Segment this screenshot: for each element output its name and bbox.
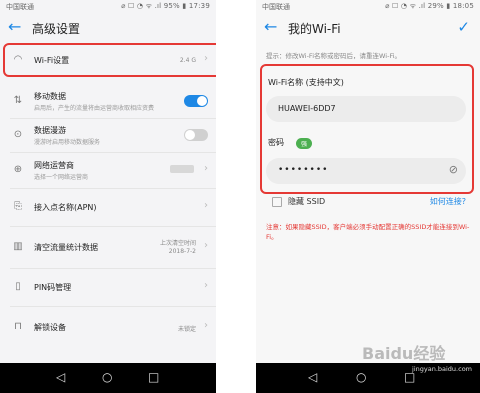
left-phone-screen: 中国联通 ⌀ ☐ ◔ ᯤ .ıl 95% ▮ 17:39 ← 高级设置 ◠ Wi…	[0, 0, 216, 393]
nav-home-icon[interactable]: ○	[102, 370, 112, 384]
unlock-device-row[interactable]: ⊓ 解锁设备 未锁定 ›	[0, 312, 216, 342]
roaming-desc: 漫游时启用移动数据服务	[34, 139, 101, 146]
warning-text: 注意：如果隐藏SSID，客户端必须手动配置正确的SSID才能连接到Wi-Fi。	[266, 223, 470, 241]
clear-traffic-stats-row[interactable]: ▥ 清空流量统计数据 上次清空时间 2018-7-2 ›	[0, 230, 216, 264]
nav-bar: ◁ ○ □	[0, 363, 216, 393]
status-icons: ⌀ ☐ ◔ ᯤ .ıl 29% ▮ 18:05	[385, 2, 474, 10]
clear-stats-label: 清空流量统计数据	[34, 243, 98, 252]
roaming-icon: ⊙	[13, 129, 23, 140]
chevron-right-icon: ›	[204, 200, 208, 211]
pin-management-row[interactable]: ▯ PIN码管理 ›	[0, 272, 216, 302]
watermark-text: Baidu经验	[362, 344, 446, 363]
mobile-data-label: 移动数据	[34, 92, 66, 101]
unlock-label: 解锁设备	[34, 323, 66, 332]
chevron-right-icon: ›	[204, 163, 208, 174]
nav-home-icon[interactable]: ○	[356, 370, 366, 384]
operator-desc: 选择一个网络运营商	[34, 174, 89, 181]
apn-row[interactable]: ⎘ 接入点名称(APN) ›	[0, 192, 216, 222]
last-clear-date: 2018-7-2	[168, 248, 196, 255]
how-to-connect-link[interactable]: 如何连接?	[430, 196, 466, 207]
chevron-right-icon: ›	[204, 240, 208, 251]
pin-label: PIN码管理	[34, 283, 72, 292]
page-title: 我的Wi-Fi	[288, 22, 341, 36]
hint-text: 提示：修改Wi-Fi名称或密码后，请重连Wi-Fi。	[266, 52, 402, 60]
highlight-box	[3, 43, 216, 77]
carrier-label: 中国联通	[6, 3, 34, 11]
lock-icon: ⊓	[14, 321, 22, 332]
last-clear-label: 上次清空时间	[159, 240, 196, 247]
operator-value-blurred	[170, 165, 194, 173]
apn-label: 接入点名称(APN)	[34, 203, 97, 212]
roaming-toggle[interactable]	[184, 129, 208, 141]
hide-ssid-label: 隐藏 SSID	[288, 197, 326, 206]
nav-recent-icon[interactable]: □	[148, 370, 159, 384]
right-phone-screen: 中国联通 ⌀ ☐ ◔ ᯤ .ıl 29% ▮ 18:05 ← 我的Wi-Fi ✓…	[256, 0, 480, 393]
status-icons: ⌀ ☐ ◔ ᯤ .ıl 95% ▮ 17:39	[121, 2, 210, 10]
status-bar: 中国联通 ⌀ ☐ ◔ ᯤ .ıl 29% ▮ 18:05	[256, 0, 480, 12]
sim-icon: ▯	[15, 281, 21, 292]
page-title: 高级设置	[32, 22, 81, 36]
watermark: Baidu经验	[362, 340, 445, 364]
network-operator-row[interactable]: ⊕ 网络运营商 选择一个网络运营商 ›	[0, 154, 216, 186]
watermark-url: jingyan.baidu.com	[412, 365, 472, 373]
nav-back-icon[interactable]: ◁	[308, 370, 317, 384]
wifi-name-value: HUAWEI-6DD7	[278, 104, 336, 113]
hide-ssid-checkbox[interactable]	[272, 197, 282, 207]
wifi-name-label: Wi-Fi名称 (支持中文)	[268, 78, 344, 87]
data-roaming-row[interactable]: ⊙ 数据漫游 漫游时启用移动数据服务	[0, 120, 216, 150]
nav-bar: ◁ ○ □ jingyan.baidu.com	[256, 363, 480, 393]
apn-icon: ⎘	[14, 201, 22, 212]
app-bar: ← 我的Wi-Fi ✓	[256, 12, 480, 44]
chevron-right-icon: ›	[204, 320, 208, 331]
password-strength-badge: 强	[296, 138, 313, 149]
operator-label: 网络运营商	[34, 161, 74, 170]
check-icon[interactable]: ✓	[457, 18, 470, 36]
chevron-right-icon: ›	[204, 280, 208, 291]
nav-back-icon[interactable]: ◁	[56, 370, 65, 384]
status-bar: 中国联通 ⌀ ☐ ◔ ᯤ .ıl 95% ▮ 17:39	[0, 0, 216, 12]
password-value: ••••••••	[278, 165, 329, 175]
stats-icon: ▥	[13, 241, 23, 252]
back-arrow-icon[interactable]: ←	[264, 17, 277, 37]
mobile-data-icon: ⇅	[13, 95, 23, 106]
unlock-status: 未锁定	[177, 326, 196, 333]
mobile-data-desc: 启用后，产生的流量将由运营商收取相应资费	[34, 105, 155, 112]
hide-password-eye-icon[interactable]: ⊘	[449, 163, 458, 176]
password-label: 密码	[268, 138, 284, 147]
wifi-name-field[interactable]: HUAWEI-6DD7	[266, 96, 466, 122]
back-arrow-icon[interactable]: ←	[8, 17, 21, 37]
mobile-data-row[interactable]: ⇅ 移动数据 启用后，产生的流量将由运营商收取相应资费	[0, 86, 216, 116]
globe-icon: ⊕	[13, 164, 23, 175]
app-bar: ← 高级设置	[0, 12, 216, 44]
roaming-label: 数据漫游	[34, 126, 66, 135]
password-field[interactable]: •••••••• ⊘	[266, 158, 466, 184]
mobile-data-toggle[interactable]	[184, 95, 208, 107]
carrier-label: 中国联通	[262, 3, 290, 11]
